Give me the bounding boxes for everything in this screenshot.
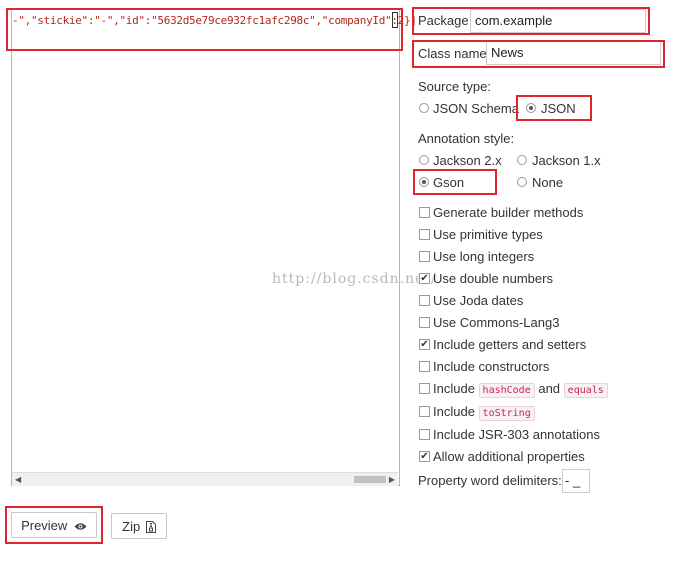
highlight-json-text bbox=[6, 8, 403, 51]
checkbox-primitive-types[interactable] bbox=[419, 229, 430, 240]
hashcode-code: hashCode bbox=[478, 383, 535, 398]
highlight-gson-option bbox=[413, 169, 497, 195]
constructors-label: Include constructors bbox=[433, 359, 550, 374]
archive-file-icon bbox=[145, 520, 156, 533]
hashcode-equals-label: Include hashCode and equals bbox=[433, 381, 608, 398]
checkbox-joda-dates[interactable] bbox=[419, 295, 430, 306]
delimiters-input[interactable]: - _ bbox=[562, 469, 590, 493]
checkbox-constructors[interactable] bbox=[419, 361, 430, 372]
radio-jackson2[interactable] bbox=[419, 155, 429, 165]
horizontal-scrollbar[interactable]: ◀ ▶ bbox=[12, 472, 398, 486]
generate-builder-label: Generate builder methods bbox=[433, 205, 584, 220]
source-type-label: Source type: bbox=[418, 79, 491, 94]
jackson2-label: Jackson 2.x bbox=[433, 153, 502, 168]
delimiters-label: Property word delimiters: bbox=[418, 473, 562, 488]
highlight-preview-button bbox=[5, 506, 103, 544]
highlight-json-option bbox=[516, 95, 592, 121]
long-integers-label: Use long integers bbox=[433, 249, 535, 264]
watermark: http://blog.csdn.net/ bbox=[272, 271, 437, 287]
double-numbers-label: Use double numbers bbox=[433, 271, 553, 286]
scroll-left-icon[interactable]: ◀ bbox=[15, 475, 21, 484]
annotation-style-label: Annotation style: bbox=[418, 131, 515, 146]
zip-button-label: Zip bbox=[122, 518, 141, 534]
none-label: None bbox=[532, 175, 564, 190]
checkbox-double-numbers[interactable]: ✔ bbox=[419, 273, 430, 284]
checkbox-getters-setters[interactable]: ✔ bbox=[419, 339, 430, 350]
hashcode-prefix: Include bbox=[433, 381, 475, 396]
tostring-label: Include toString bbox=[433, 404, 535, 421]
additional-props-label: Allow additional properties bbox=[433, 449, 585, 464]
checkbox-long-integers[interactable] bbox=[419, 251, 430, 262]
equals-code: equals bbox=[563, 383, 608, 398]
checkbox-additional-props[interactable]: ✔ bbox=[419, 451, 430, 462]
json-editor[interactable] bbox=[11, 8, 400, 486]
zip-button[interactable]: Zip bbox=[111, 513, 167, 539]
getters-setters-label: Include getters and setters bbox=[433, 337, 587, 352]
scrollbar-thumb[interactable] bbox=[354, 476, 386, 483]
primitive-types-label: Use primitive types bbox=[433, 227, 543, 242]
jackson1-label: Jackson 1.x bbox=[532, 153, 601, 168]
highlight-class-name bbox=[412, 40, 665, 68]
joda-dates-label: Use Joda dates bbox=[433, 293, 524, 308]
tostring-prefix: Include bbox=[433, 404, 475, 419]
checkbox-jsr303[interactable] bbox=[419, 429, 430, 440]
radio-jackson1[interactable] bbox=[517, 155, 527, 165]
jsr303-label: Include JSR-303 annotations bbox=[433, 427, 600, 442]
checkbox-generate-builder[interactable] bbox=[419, 207, 430, 218]
checkbox-tostring[interactable] bbox=[419, 406, 430, 417]
json-schema-label: JSON Schema bbox=[433, 101, 519, 116]
commons-lang3-label: Use Commons-Lang3 bbox=[433, 315, 560, 330]
checkbox-hashcode-equals[interactable] bbox=[419, 383, 430, 394]
radio-none[interactable] bbox=[517, 177, 527, 187]
highlight-package bbox=[412, 7, 650, 35]
tostring-code: toString bbox=[478, 406, 535, 421]
checkbox-commons-lang3[interactable] bbox=[419, 317, 430, 328]
hashcode-and: and bbox=[538, 381, 561, 396]
radio-json-schema[interactable] bbox=[419, 103, 429, 113]
scroll-right-icon[interactable]: ▶ bbox=[389, 475, 395, 484]
